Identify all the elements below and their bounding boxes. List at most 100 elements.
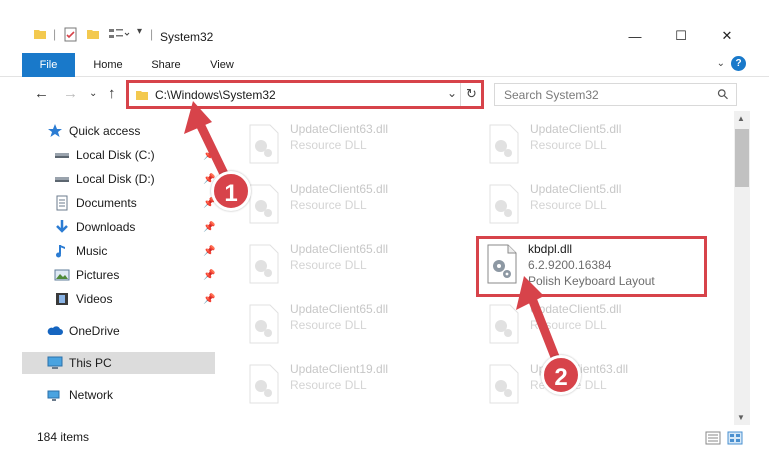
file-name: UpdateClient65.dll [290,242,389,256]
tab-home[interactable]: Home [84,53,132,77]
address-bar-highlight [126,80,484,109]
pin-icon[interactable]: 📌 [203,270,215,281]
details-view-icon[interactable] [705,431,721,445]
sidebar-item-label: Documents [76,196,137,210]
file-tile[interactable]: UpdateClient19.dll Resource DLL [248,360,458,415]
file-type: Resource DLL [530,318,607,332]
scroll-up-icon[interactable]: ▲ [737,114,745,123]
item-count: 184 items [37,430,90,444]
sidebar-item-label: Network [69,388,114,402]
file-highlight [476,236,707,297]
sidebar-item-label: OneDrive [69,324,120,338]
scrollbar-thumb[interactable] [735,129,749,187]
drive-icon [55,177,69,182]
file-tile[interactable]: UpdateClient65.dll Resource DLL [248,300,458,355]
sidebar-item-label: This PC [69,356,112,370]
file-name: UpdateClient63.dll [290,122,389,136]
title-separator-2: | [150,27,154,41]
drive-icon [55,153,69,158]
star-icon [48,124,62,137]
customize-toolbar-icon[interactable] [108,27,130,41]
window-title: System32 [160,30,214,44]
pin-icon[interactable]: 📌 [203,246,215,257]
network-icon [47,390,60,401]
dll-file-icon [249,364,279,404]
sidebar-item-label: Local Disk (C:) [76,148,155,162]
file-name: UpdateClient5.dll [530,302,622,316]
pin-icon[interactable]: 📌 [203,150,215,161]
file-name: UpdateClient65.dll [290,182,389,196]
callout-badge-2: 2 [541,355,581,395]
file-type: Resource DLL [290,378,367,392]
tab-share[interactable]: Share [142,53,190,77]
file-tile[interactable]: UpdateClient63.dll Resource DLL [248,120,458,175]
file-type: Resource DLL [530,198,607,212]
file-type: Resource DLL [530,138,607,152]
search-placeholder: Search System32 [504,88,599,102]
dll-file-icon [249,304,279,344]
file-tile[interactable]: UpdateClient65.dll Resource DLL [248,240,458,295]
maximize-icon: ☐ [675,28,687,43]
dll-file-icon [489,304,519,344]
search-box[interactable]: Search System32 ⚲ [494,83,737,106]
computer-icon [47,356,63,369]
scroll-down-icon[interactable]: ▼ [737,413,745,422]
new-folder-icon[interactable] [86,27,100,41]
videos-icon [56,293,68,305]
dll-file-icon [489,364,519,404]
sidebar-item-label: Quick access [69,124,141,138]
file-tile[interactable]: UpdateClient5.dll Resource DLL [488,180,698,235]
file-type: Resource DLL [290,138,367,152]
dll-file-icon [249,244,279,284]
close-icon: ✕ [721,28,733,43]
file-name: UpdateClient5.dll [530,182,622,196]
folder-icon [34,30,46,39]
file-tile[interactable]: UpdateClient63.dll Resource DLL [488,360,698,415]
sidebar-item-label: Downloads [76,220,136,234]
documents-icon [56,195,68,211]
vertical-scrollbar[interactable]: ▲ ▼ [734,111,750,425]
dll-file-icon [489,184,519,224]
file-tile[interactable]: UpdateClient5.dll Resource DLL [488,120,698,175]
tab-view[interactable]: View [198,53,246,77]
file-tile[interactable]: UpdateClient65.dll Resource DLL [248,180,458,235]
title-bar: | ▾ | System32 — ☐ ✕ [0,0,769,50]
file-type: Resource DLL [290,258,367,272]
toolbar-dropdown-icon[interactable]: ▾ [137,26,142,37]
file-type: Resource DLL [290,318,367,332]
sidebar-item-label: Videos [76,292,113,306]
file-tile[interactable]: UpdateClient5.dll Resource DLL [488,300,698,355]
dll-file-icon [489,124,519,164]
forward-arrow-icon[interactable]: → [63,85,78,102]
sidebar-item-label: Music [76,244,108,258]
close-button[interactable]: ✕ [704,22,750,50]
file-name: UpdateClient19.dll [290,362,389,376]
file-name: UpdateClient5.dll [530,122,622,136]
pictures-icon [54,269,70,281]
ribbon-tabs: File Home Share View ⌄ ? [0,53,769,77]
pin-icon[interactable]: 📌 [203,222,215,233]
file-name: UpdateClient65.dll [290,302,389,316]
back-arrow-icon[interactable]: ← [34,85,49,102]
maximize-button[interactable]: ☐ [658,22,704,50]
minimize-icon: — [628,28,642,44]
help-icon[interactable]: ? [731,56,746,71]
dll-file-icon [249,184,279,224]
music-icon [56,245,65,258]
title-separator: | [53,27,57,41]
callout-badge-1: 1 [211,171,251,211]
cloud-icon [47,326,63,335]
properties-icon[interactable] [63,27,78,42]
minimize-button[interactable]: — [612,22,658,50]
up-arrow-icon[interactable]: ↑ [108,85,116,102]
file-type: Resource DLL [290,198,367,212]
pin-icon[interactable]: 📌 [203,294,215,305]
recent-locations-icon[interactable]: ⌄ [89,88,97,99]
sidebar-item-label: Local Disk (D:) [76,172,155,186]
search-icon[interactable]: ⚲ [713,85,732,104]
large-icons-view-icon[interactable] [727,431,743,445]
downloads-icon [56,220,68,233]
tab-file[interactable]: File [22,53,75,77]
ribbon-expand-icon[interactable]: ⌄ [717,58,725,69]
sidebar-item-label: Pictures [76,268,120,282]
